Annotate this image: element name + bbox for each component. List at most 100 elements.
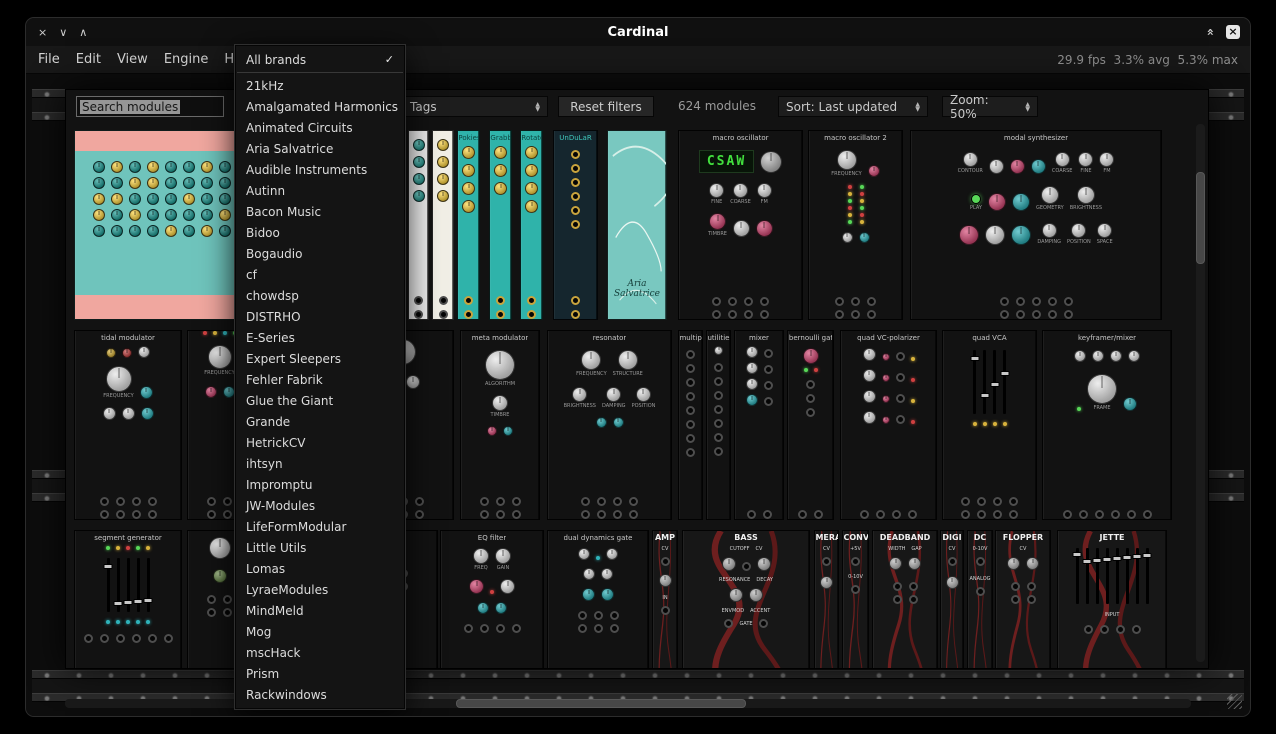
knob-dial[interactable]: [868, 165, 880, 177]
brand-menu-item[interactable]: mscHack: [236, 642, 404, 663]
knob-dial[interactable]: [714, 346, 723, 355]
port-jack[interactable]: [893, 582, 902, 591]
port-jack[interactable]: [714, 405, 723, 414]
knob[interactable]: [213, 569, 227, 583]
knob[interactable]: TIMBRE: [708, 213, 727, 237]
slider-handle[interactable]: [1133, 554, 1142, 559]
slider-handle[interactable]: [1103, 557, 1112, 562]
port-jack[interactable]: [806, 408, 815, 417]
module-pokies[interactable]: Pokies: [457, 130, 480, 320]
brand-menu-item[interactable]: chowdsp: [236, 285, 404, 306]
port-jack[interactable]: [148, 510, 157, 519]
knob[interactable]: [578, 548, 590, 560]
close-box-icon[interactable]: ×: [1226, 25, 1240, 39]
port-jack[interactable]: [1027, 582, 1036, 591]
knob-dial[interactable]: [659, 574, 672, 587]
knob-dial[interactable]: [882, 374, 890, 382]
port-jack[interactable]: [1064, 310, 1073, 319]
brand-menu-item[interactable]: Bidoo: [236, 222, 404, 243]
knob[interactable]: [746, 346, 758, 358]
brand-menu-item[interactable]: Little Utils: [236, 537, 404, 558]
knob[interactable]: [219, 161, 231, 173]
knob[interactable]: [111, 193, 123, 205]
knob[interactable]: [147, 193, 159, 205]
port-jack[interactable]: [480, 510, 489, 519]
brand-menu-item[interactable]: LyraeModules: [236, 579, 404, 600]
knob-dial[interactable]: [1123, 397, 1137, 411]
slider[interactable]: [137, 558, 140, 612]
module-panel[interactable]: [408, 130, 429, 320]
knob-dial[interactable]: [842, 232, 853, 243]
port-jack[interactable]: [1000, 310, 1009, 319]
knob[interactable]: FRAME: [1087, 374, 1117, 411]
menubar-item-file[interactable]: File: [38, 52, 60, 67]
brand-menu-item[interactable]: Animated Circuits: [236, 117, 404, 138]
port-jack[interactable]: [578, 624, 587, 633]
port-jack[interactable]: [578, 611, 587, 620]
port-jack[interactable]: [480, 624, 489, 633]
knob[interactable]: [93, 209, 105, 221]
knob[interactable]: [111, 209, 123, 221]
knob-dial[interactable]: [106, 348, 116, 358]
port-jack[interactable]: [976, 557, 985, 566]
knob[interactable]: [138, 346, 150, 358]
knob-dial[interactable]: [1055, 152, 1070, 167]
brand-menu-item[interactable]: All brands✓: [236, 49, 404, 70]
slider-handle[interactable]: [970, 356, 979, 361]
port-jack[interactable]: [132, 510, 141, 519]
knob[interactable]: [803, 348, 819, 364]
port-jack[interactable]: [993, 510, 1002, 519]
port-jack[interactable]: [759, 619, 768, 628]
knob-dial[interactable]: [201, 161, 213, 173]
knob-dial[interactable]: [462, 182, 475, 195]
slider-handle[interactable]: [114, 601, 123, 606]
resize-grip[interactable]: [1227, 694, 1242, 709]
slider-handle[interactable]: [980, 393, 989, 398]
knob-dial[interactable]: [525, 146, 538, 159]
knob[interactable]: [205, 386, 217, 398]
knob[interactable]: [106, 348, 116, 358]
knob-dial[interactable]: [985, 225, 1005, 245]
knob[interactable]: FM: [1099, 152, 1114, 174]
slider[interactable]: [993, 350, 996, 414]
port-jack[interactable]: [764, 397, 773, 406]
port-jack[interactable]: [714, 447, 723, 456]
knob-dial[interactable]: [863, 348, 876, 361]
knob[interactable]: [959, 225, 979, 245]
knob-dial[interactable]: [859, 232, 870, 243]
port-jack[interactable]: [896, 352, 905, 361]
port-jack[interactable]: [1011, 582, 1020, 591]
knob-dial[interactable]: [219, 209, 231, 221]
slider[interactable]: [973, 350, 976, 414]
panel-button[interactable]: PLAY: [970, 194, 982, 211]
vertical-scrollbar-thumb[interactable]: [1196, 172, 1205, 264]
knob-dial[interactable]: [1012, 193, 1030, 211]
brand-menu-item[interactable]: MindMeld: [236, 600, 404, 621]
port-jack[interactable]: [896, 394, 905, 403]
brand-menu-item[interactable]: JW-Modules: [236, 495, 404, 516]
knob-dial[interactable]: [213, 569, 227, 583]
knob-dial[interactable]: [1042, 223, 1057, 238]
port-jack[interactable]: [760, 297, 769, 306]
knob-dial[interactable]: [473, 548, 489, 564]
knob-dial[interactable]: [147, 193, 159, 205]
port-jack[interactable]: [764, 381, 773, 390]
port-jack[interactable]: [629, 497, 638, 506]
port-jack[interactable]: [851, 557, 860, 566]
brand-menu-item[interactable]: DISTRHO: [236, 306, 404, 327]
knob[interactable]: [722, 557, 736, 571]
knob[interactable]: [882, 353, 890, 361]
module-tidal-modulator[interactable]: tidal modulatorFREQUENCY: [74, 330, 182, 520]
knob[interactable]: [882, 395, 890, 403]
knob[interactable]: [863, 390, 876, 403]
knob[interactable]: FM: [757, 183, 772, 205]
knob-dial[interactable]: [596, 417, 607, 428]
module-undular[interactable]: UnDuLaR: [553, 130, 598, 320]
knob[interactable]: [462, 200, 475, 213]
port-jack[interactable]: [961, 510, 970, 519]
knob[interactable]: [122, 348, 132, 358]
knob-dial[interactable]: [882, 395, 890, 403]
knob[interactable]: [1031, 159, 1046, 174]
knob[interactable]: [1026, 557, 1039, 570]
module-utilities[interactable]: utilities: [706, 330, 731, 520]
